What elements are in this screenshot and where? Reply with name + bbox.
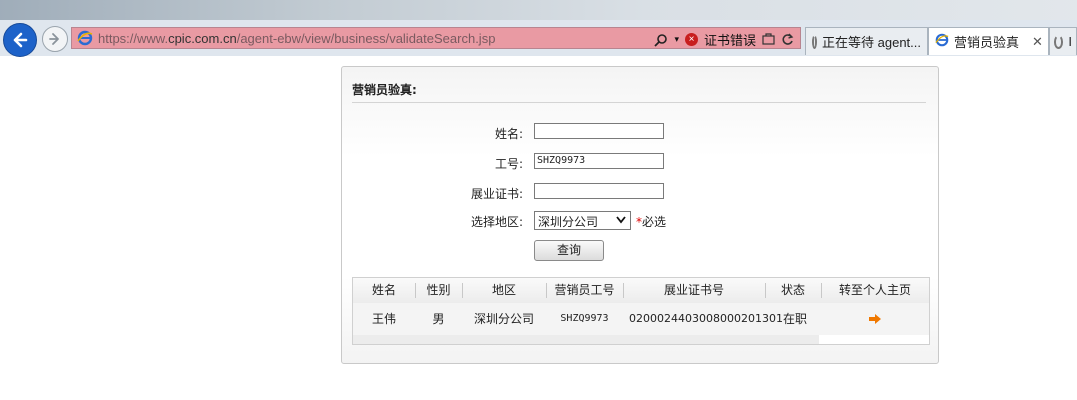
region-row: 选择地区: 深圳分公司 *必选: [342, 211, 940, 231]
cell-homepage: [821, 303, 929, 335]
name-row: 姓名:: [342, 123, 940, 143]
loading-spinner-icon: [812, 34, 818, 49]
header-homepage: 转至个人主页: [838, 283, 911, 297]
query-button[interactable]: 查询: [534, 240, 604, 261]
compat-view-icon[interactable]: [762, 33, 775, 46]
cell-employee-no: SHZQ9973: [560, 313, 609, 324]
refresh-icon[interactable]: [781, 33, 794, 46]
name-input[interactable]: [534, 123, 664, 139]
region-selected-value: 深圳分公司: [538, 215, 599, 229]
chevron-down-icon: [615, 212, 627, 231]
tab-validate-search[interactable]: 营销员验真 ✕: [928, 27, 1049, 55]
cell-gender: 男: [432, 312, 445, 326]
forward-arrow-icon: [49, 33, 59, 45]
header-employee-no: 营销员工号: [554, 283, 615, 297]
tab-label: 营销员验真: [954, 35, 1020, 50]
cert-input[interactable]: [534, 183, 664, 199]
forward-button[interactable]: [42, 26, 68, 52]
error-x-icon: ×: [684, 33, 698, 46]
tab-loading[interactable]: 正在等待 agent...: [805, 27, 928, 55]
region-select[interactable]: 深圳分公司: [534, 211, 631, 230]
cert-label: 展业证书:: [470, 187, 523, 201]
tab-label: I: [1068, 34, 1072, 49]
horizontal-scrollbar[interactable]: [353, 335, 819, 344]
cell-region: 深圳分公司: [473, 312, 534, 326]
back-button[interactable]: [3, 23, 37, 57]
table-header: 姓名 性别 地区 营销员工号 展业证书号 状态 转至个人主页: [353, 278, 929, 303]
header-name: 姓名: [371, 283, 396, 297]
cell-status: 在职: [783, 312, 808, 326]
ie-logo-icon: [77, 30, 93, 49]
employee-no-row: 工号: SHZQ9973: [342, 153, 940, 173]
header-status: 状态: [780, 283, 805, 297]
employee-no-input[interactable]: SHZQ9973: [534, 153, 664, 169]
page-title: 营销员验真:: [352, 83, 417, 97]
region-label: 选择地区:: [470, 215, 523, 229]
cell-cert-no: 02000244030080002013012322: [629, 312, 783, 325]
ie-logo-icon: [935, 33, 949, 50]
address-url[interactable]: https://www.cpic.com.cn/agent-ebw/view/b…: [98, 31, 495, 46]
employee-no-label: 工号:: [494, 157, 523, 171]
title-divider: [352, 102, 926, 103]
required-text: 必选: [642, 215, 667, 229]
address-bar[interactable]: https://www.cpic.com.cn/agent-ebw/view/b…: [71, 27, 801, 49]
cell-name: 王伟: [371, 312, 396, 326]
result-table: 姓名 性别 地区 营销员工号 展业证书号 状态 转至个人主页 王伟 男 深圳分公…: [352, 277, 930, 345]
tab-loading-2[interactable]: I: [1049, 27, 1077, 55]
obscured-top-strip: [0, 0, 1077, 20]
browser-toolbar: https://www.cpic.com.cn/agent-ebw/view/b…: [0, 0, 1077, 57]
validate-panel: 营销员验真: 姓名: 工号: SHZQ9973 展业证书: 选择地区: 深圳分公…: [341, 66, 939, 364]
address-tools: ▾ × 证书错误: [654, 30, 794, 49]
close-icon[interactable]: ✕: [1032, 34, 1043, 50]
cert-row: 展业证书:: [342, 183, 940, 203]
header-region: 地区: [491, 283, 516, 297]
back-arrow-icon: [13, 32, 28, 48]
cert-error-label[interactable]: 证书错误: [704, 30, 756, 49]
name-label: 姓名:: [494, 127, 523, 141]
search-dropdown-icon[interactable]: ▾: [674, 34, 679, 45]
required-note: *必选: [636, 213, 666, 230]
loading-spinner-icon: [1054, 34, 1064, 49]
search-icon[interactable]: [654, 33, 668, 47]
table-row: 王伟 男 深圳分公司 SHZQ9973 02000244030080002013…: [353, 303, 929, 335]
orange-arrow-icon[interactable]: [869, 304, 881, 336]
header-cert-no: 展业证书号: [663, 283, 724, 297]
header-gender: 性别: [426, 283, 451, 297]
tab-label: 正在等待 agent...: [822, 35, 921, 50]
